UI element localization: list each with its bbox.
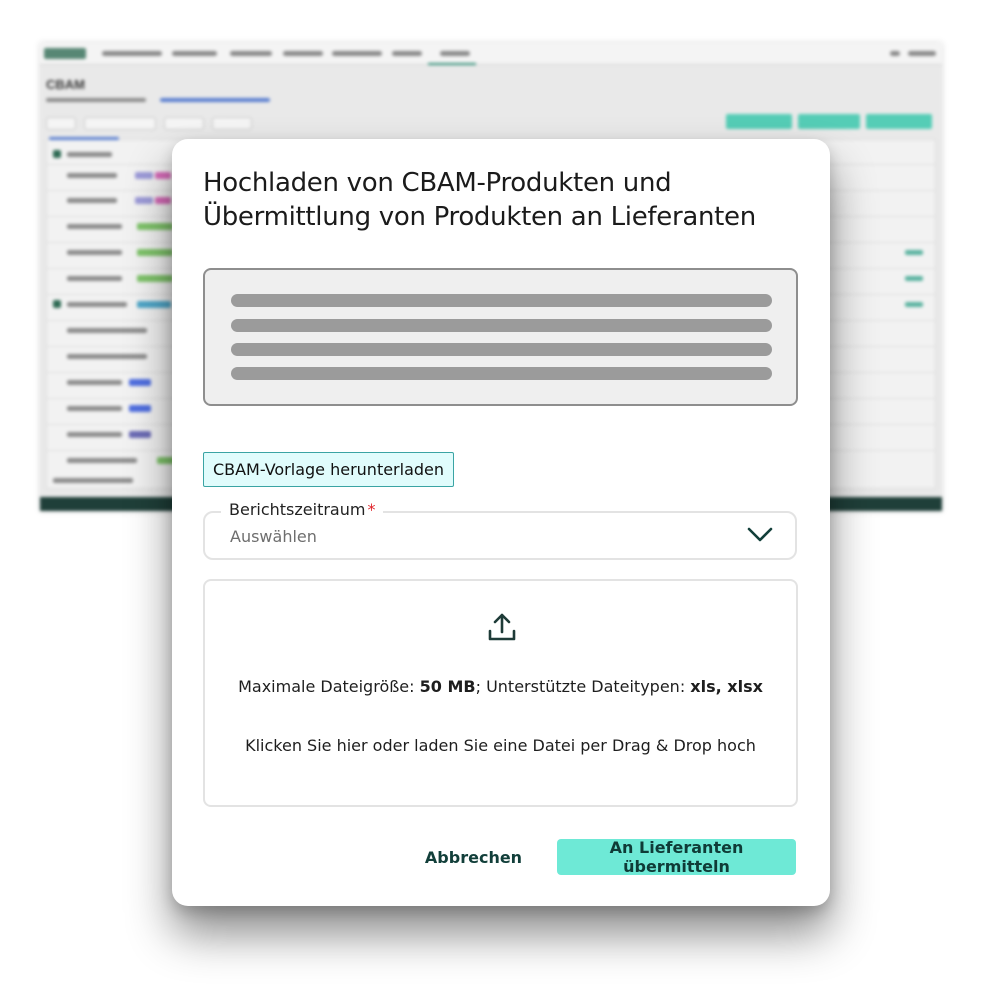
background-chip (135, 197, 153, 204)
description-line (231, 367, 772, 380)
file-types-value: xls, xlsx (690, 677, 763, 696)
background-cell (67, 152, 112, 157)
background-chip (155, 172, 171, 179)
description-placeholder (203, 268, 798, 406)
background-nav-item (230, 51, 272, 56)
background-nav-item (283, 51, 323, 56)
dropzone-hint: Klicken Sie hier oder laden Sie eine Dat… (245, 736, 756, 755)
background-checkbox (53, 300, 61, 308)
background-cell (67, 224, 122, 229)
background-cell-link (905, 302, 923, 307)
file-types-label: ; Unterstützte Dateitypen: (475, 677, 686, 696)
background-action-button (866, 114, 932, 129)
background-cell (67, 458, 137, 463)
dialog-title: Hochladen von CBAM-Produkten und Übermit… (203, 168, 756, 232)
background-chip (129, 379, 151, 386)
background-chip (129, 431, 151, 438)
background-page-title: CBAM (46, 77, 85, 92)
background-cell (67, 406, 122, 411)
background-cell (67, 276, 122, 281)
file-dropzone[interactable]: Maximale Dateigröße: 50 MB; Unterstützte… (203, 579, 798, 807)
background-filter (46, 117, 76, 130)
background-topbar (40, 43, 942, 65)
background-chip (129, 405, 151, 412)
background-checkbox (53, 150, 61, 158)
download-template-button[interactable]: CBAM-Vorlage herunterladen (203, 452, 454, 487)
background-cell-link (905, 250, 923, 255)
background-filter (212, 117, 252, 130)
background-cell (67, 198, 117, 203)
reporting-period-label: Berichtszeitraum * (221, 500, 384, 519)
max-size-value: 50 MB (419, 677, 476, 696)
background-cell (67, 250, 122, 255)
background-action-button (798, 114, 860, 129)
background-chip (135, 172, 153, 179)
background-nav-item (890, 51, 900, 56)
background-breadcrumb (46, 98, 146, 102)
cancel-button[interactable]: Abbrechen (422, 840, 525, 875)
background-chip (137, 301, 171, 308)
upload-limits-text: Maximale Dateigröße: 50 MB; Unterstützte… (235, 673, 766, 700)
required-marker: * (367, 500, 376, 519)
description-line (231, 294, 772, 307)
background-chip (137, 223, 173, 230)
background-chip (137, 275, 173, 282)
background-action-button (726, 114, 792, 129)
background-cell (67, 432, 122, 437)
background-nav-item (332, 51, 382, 56)
description-line (231, 343, 772, 356)
description-line (231, 319, 772, 332)
background-table-link (49, 137, 119, 140)
upload-dialog: Hochladen von CBAM-Produkten und Übermit… (172, 139, 830, 906)
background-nav-item (392, 51, 422, 56)
background-logo (44, 48, 86, 59)
background-cell (67, 354, 147, 359)
background-chip (137, 249, 173, 256)
background-cell (67, 302, 127, 307)
background-nav-active-indicator (428, 63, 476, 65)
reporting-period-select[interactable]: Berichtszeitraum * Auswählen (203, 500, 797, 560)
background-cell (67, 173, 117, 178)
upload-icon (488, 613, 516, 641)
background-cell (67, 380, 122, 385)
background-cell (67, 328, 147, 333)
reporting-period-value: Auswählen (230, 527, 317, 546)
background-pagination (53, 478, 133, 483)
background-nav-item (908, 51, 936, 56)
background-filter (164, 117, 204, 130)
background-nav-item (440, 51, 470, 56)
chevron-down-icon[interactable] (747, 526, 773, 544)
reporting-period-label-text: Berichtszeitraum (229, 500, 366, 519)
background-nav-item (172, 51, 217, 56)
background-chip (155, 197, 171, 204)
submit-to-suppliers-button[interactable]: An Lieferanten übermitteln (557, 838, 796, 876)
background-breadcrumb-link (160, 98, 270, 102)
background-cell-link (905, 276, 923, 281)
max-size-label: Maximale Dateigröße: (238, 677, 415, 696)
background-nav-item (102, 51, 162, 56)
background-filter (84, 117, 156, 130)
